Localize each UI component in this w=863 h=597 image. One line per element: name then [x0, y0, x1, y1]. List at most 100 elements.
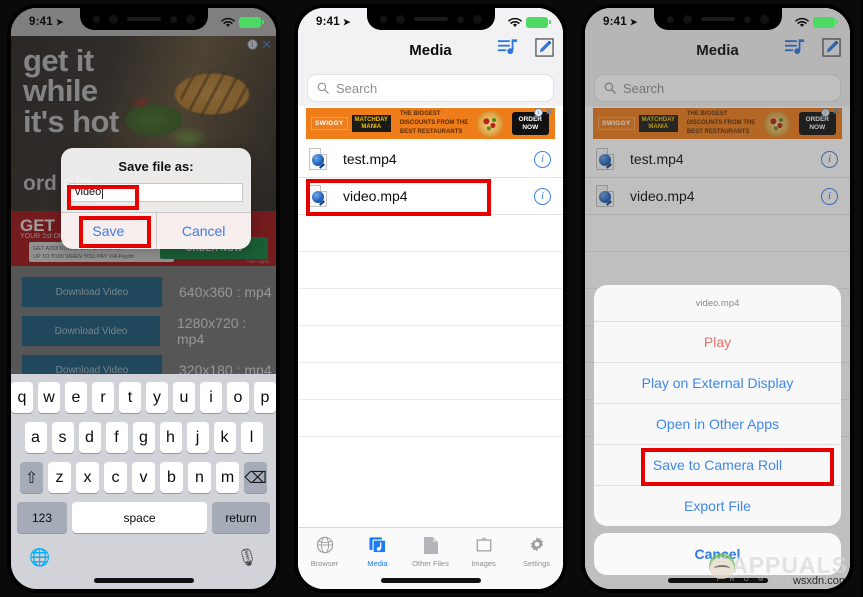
key-j[interactable]: j: [186, 422, 209, 453]
key-a[interactable]: a: [24, 422, 47, 453]
ad-info-icon[interactable]: i: [533, 108, 543, 117]
compose-edit-icon[interactable]: [822, 38, 841, 57]
tab-images[interactable]: Images: [457, 534, 510, 568]
key-k[interactable]: k: [213, 422, 236, 453]
info-icon[interactable]: i: [534, 187, 551, 205]
key-x[interactable]: x: [76, 462, 99, 493]
ad-info-icon[interactable]: i: [820, 108, 830, 117]
search-input[interactable]: Search: [307, 74, 554, 102]
space-key[interactable]: space: [72, 502, 207, 533]
shift-key-icon[interactable]: ⇧: [20, 462, 43, 493]
search-input[interactable]: Search: [594, 74, 841, 102]
microphone-icon[interactable]: 🎙: [236, 548, 258, 568]
status-time: 9:41: [316, 16, 340, 28]
key-z[interactable]: z: [48, 462, 71, 493]
hero-ad-headline: get it while it's hot: [23, 45, 276, 137]
ad-info-icon[interactable]: i: [247, 39, 259, 50]
action-sheet-title: video.mp4: [695, 298, 740, 309]
key-g[interactable]: g: [132, 422, 155, 453]
battery-icon: [813, 16, 838, 28]
key-q[interactable]: q: [11, 382, 33, 413]
pizza-image: [764, 110, 791, 137]
key-f[interactable]: f: [105, 422, 128, 453]
search-icon: [604, 82, 616, 94]
ad-badge-line-1: MATCHDAY: [354, 116, 388, 123]
pizza-image: [477, 110, 504, 137]
phone-3-bezel: Media Search SWIGGY MATCHDAY MANIA THE B…: [581, 4, 854, 593]
list-item[interactable]: test.mp4 i: [298, 141, 563, 178]
action-open-in-other-apps[interactable]: Open in Other Apps: [594, 403, 841, 444]
on-screen-keyboard[interactable]: q w e r t y u i o p a s d f g h j k l ⇧ …: [11, 374, 276, 589]
info-icon[interactable]: i: [534, 150, 551, 168]
numbers-key[interactable]: 123: [17, 502, 67, 533]
ad-close-icon[interactable]: ✕: [832, 108, 841, 118]
action-save-to-camera-roll[interactable]: Save to Camera Roll: [594, 444, 841, 485]
list-item[interactable]: video.mp4 i: [298, 178, 563, 215]
home-indicator: [667, 578, 768, 583]
key-h[interactable]: h: [159, 422, 182, 453]
ad-close-icon[interactable]: ✕: [261, 38, 272, 51]
key-w[interactable]: w: [38, 382, 60, 413]
file-name: test.mp4: [343, 151, 397, 167]
filename-input[interactable]: video: [69, 183, 243, 202]
backspace-key-icon[interactable]: ⌫: [244, 462, 267, 493]
swiggy-ad-banner[interactable]: SWIGGY MATCHDAY MANIA THE BIGGEST DISCOU…: [593, 108, 842, 139]
tab-settings[interactable]: Settings: [510, 534, 563, 568]
key-d[interactable]: d: [78, 422, 101, 453]
keyboard-row-1: q w e r t y u i o p: [11, 382, 276, 413]
key-l[interactable]: l: [240, 422, 263, 453]
key-p[interactable]: p: [254, 382, 276, 413]
key-t[interactable]: t: [119, 382, 141, 413]
tab-media[interactable]: Media: [351, 534, 404, 568]
phone-1-bezel: i ✕ get it while it's hot ord ato GET YO…: [7, 4, 280, 593]
notch: [79, 8, 208, 30]
file-name: video.mp4: [630, 188, 695, 204]
globe-icon[interactable]: 🌐: [29, 548, 50, 568]
location-arrow-icon: ➤: [342, 16, 351, 27]
compose-edit-icon[interactable]: [535, 38, 554, 57]
key-y[interactable]: y: [146, 382, 168, 413]
download-resolution: 640x360 : mp4: [179, 284, 272, 300]
key-r[interactable]: r: [92, 382, 114, 413]
action-play-external-display[interactable]: Play on External Display: [594, 362, 841, 403]
list-item[interactable]: test.mp4 i: [585, 141, 850, 178]
key-s[interactable]: s: [51, 422, 74, 453]
quicktime-file-icon: [309, 148, 327, 170]
search-bar-wrap: Search: [298, 70, 563, 106]
return-key[interactable]: return: [212, 502, 270, 533]
key-n[interactable]: n: [188, 462, 211, 493]
media-page: Media Search SWIGGY MATCHDAY MANIA THE B…: [298, 8, 563, 589]
key-i[interactable]: i: [200, 382, 222, 413]
ad-copy-line-2: DISCOUNTS FROM THE: [686, 119, 756, 126]
key-b[interactable]: b: [160, 462, 183, 493]
location-arrow-icon: ➤: [55, 16, 64, 27]
info-icon[interactable]: i: [821, 150, 838, 168]
ad-badge: MATCHDAY MANIA: [351, 114, 391, 133]
tab-browser[interactable]: Browser: [298, 534, 351, 568]
notch: [366, 8, 495, 30]
action-play[interactable]: Play: [594, 321, 841, 362]
tab-label: Settings: [522, 559, 551, 568]
action-sheet-cancel-button[interactable]: Cancel: [594, 533, 841, 575]
key-u[interactable]: u: [173, 382, 195, 413]
swiggy-ad-banner[interactable]: SWIGGY MATCHDAY MANIA THE BIGGEST DISCOU…: [306, 108, 555, 139]
info-icon[interactable]: i: [821, 187, 838, 205]
download-video-button[interactable]: Download Video: [22, 316, 161, 346]
ad-controls[interactable]: i ✕: [247, 38, 272, 51]
cancel-button[interactable]: Cancel: [156, 213, 251, 249]
playlist-music-icon[interactable]: [498, 39, 518, 56]
key-o[interactable]: o: [227, 382, 249, 413]
phone-2-media-list: Media Search SWIGGY MATCHDAY MANIA THE B…: [287, 0, 574, 597]
status-right-cluster: [508, 16, 551, 28]
download-video-button[interactable]: Download Video: [22, 277, 162, 307]
action-export-file[interactable]: Export File: [594, 485, 841, 526]
list-item[interactable]: video.mp4 i: [585, 178, 850, 215]
save-button[interactable]: Save: [61, 213, 156, 249]
key-c[interactable]: c: [104, 462, 127, 493]
playlist-music-icon[interactable]: [785, 39, 805, 56]
tab-other-files[interactable]: Other Files: [404, 534, 457, 568]
key-m[interactable]: m: [216, 462, 239, 493]
key-v[interactable]: v: [132, 462, 155, 493]
key-e[interactable]: e: [65, 382, 87, 413]
ad-close-icon[interactable]: ✕: [545, 108, 554, 118]
